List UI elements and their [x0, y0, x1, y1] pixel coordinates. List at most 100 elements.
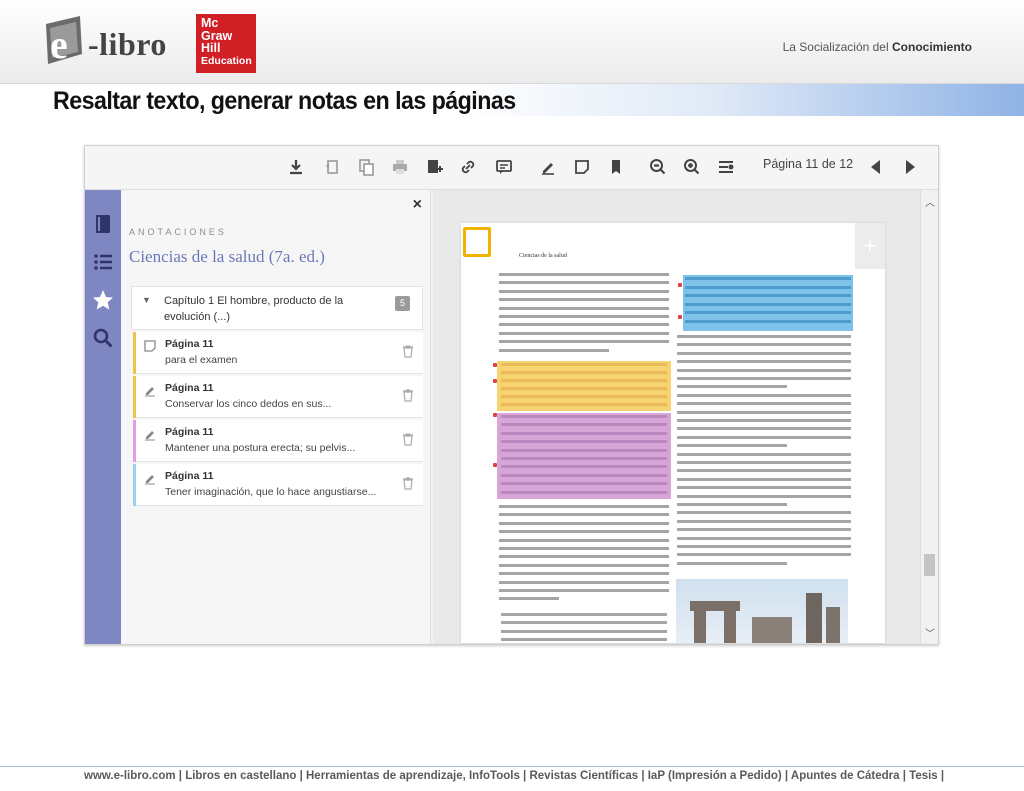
triangle-right-icon[interactable]: [899, 156, 921, 178]
page-text-line: [677, 444, 787, 448]
undo-icon[interactable]: [321, 156, 343, 178]
title-bar: Resaltar texto, generar notas en las pág…: [0, 84, 1024, 116]
download-icon[interactable]: [285, 156, 307, 178]
zoom-in-icon[interactable]: [681, 156, 703, 178]
trash-icon[interactable]: [401, 344, 415, 358]
annotation-item[interactable]: Página 11 para el examen: [133, 332, 423, 374]
page-text-line: [501, 613, 667, 616]
vertical-scrollbar[interactable]: ︿ ﹀: [920, 190, 938, 644]
page-text-line: [499, 273, 669, 276]
add-page-icon[interactable]: [423, 156, 445, 178]
page-text-line: [677, 536, 851, 540]
page-text-line: [499, 281, 669, 285]
page-text-line: [499, 589, 669, 592]
trash-icon[interactable]: [401, 388, 415, 402]
scroll-thumb[interactable]: [924, 554, 935, 576]
list-number-marker: [678, 283, 682, 287]
close-icon[interactable]: ×: [413, 196, 422, 214]
page-text-line: [499, 340, 669, 344]
page-text-line: [685, 277, 851, 280]
highlighter-icon: [145, 387, 155, 397]
page-text-line: [499, 323, 669, 327]
page-text-line: [499, 521, 669, 525]
tagline-prefix: La Socialización del: [782, 40, 889, 54]
page-text-line: [677, 461, 851, 464]
settings-list-icon[interactable]: [715, 156, 737, 178]
page-text-line: [501, 379, 667, 382]
chevron-down-icon[interactable]: ﹀: [925, 625, 935, 640]
page-text-line: [677, 561, 787, 565]
tagline-bold: Conocimiento: [892, 40, 972, 54]
highlighter-icon: [145, 475, 155, 485]
page-text-line: [499, 315, 669, 318]
chapter-count-badge: 5: [395, 296, 410, 311]
highlight-icon[interactable]: [537, 156, 559, 178]
page-text-line: [677, 469, 851, 473]
print-icon[interactable]: [389, 156, 411, 178]
trash-icon[interactable]: [401, 476, 415, 490]
page-text-line: [499, 348, 609, 352]
add-annotation-tab[interactable]: +: [855, 223, 885, 269]
page-text-line: [499, 572, 669, 576]
page-text-line: [501, 415, 667, 418]
annotation-text: Mantener una postura erecta; su pelvis..…: [165, 442, 356, 454]
chapter-group[interactable]: ▼ Capítulo 1 El hombre, producto de la e…: [131, 286, 423, 330]
footer-links[interactable]: www.e-libro.com | Libros en castellano |…: [84, 770, 944, 782]
comment-icon[interactable]: [493, 156, 515, 178]
page-text-line: [677, 410, 851, 414]
header: e -libro Mc Graw Hill Education La Socia…: [0, 0, 1024, 84]
copy-icon[interactable]: [355, 156, 377, 178]
page-text-line: [685, 294, 851, 298]
trash-icon[interactable]: [401, 432, 415, 446]
list-number-marker: [493, 379, 497, 383]
page-text-line: [499, 597, 559, 601]
page-text-line: [499, 306, 669, 310]
page-text-line: [677, 511, 851, 515]
list-number-marker: [493, 363, 497, 367]
photo-stone: [694, 611, 706, 643]
annotation-item[interactable]: Página 11 Conservar los cinco dedos en s…: [133, 376, 423, 418]
page-text-line: [501, 363, 667, 366]
annotation-item[interactable]: Página 11 Mantener una postura erecta; s…: [133, 420, 423, 462]
page-text-line: [677, 351, 851, 355]
chevron-up-icon[interactable]: ︿: [925, 194, 935, 209]
page-text-line: [677, 368, 851, 372]
page-text-line: [677, 553, 851, 557]
book-icon[interactable]: [91, 212, 115, 236]
page-text-line: [677, 477, 851, 481]
page-text-line: [677, 393, 851, 397]
note-icon[interactable]: [571, 156, 593, 178]
page-text-line: [501, 629, 667, 633]
page-text-line: [677, 494, 851, 498]
sticky-note-marker[interactable]: [463, 227, 491, 257]
page-text-line: [499, 289, 669, 293]
slide: e -libro Mc Graw Hill Education La Socia…: [0, 0, 1024, 791]
page-text-line: [685, 311, 851, 315]
page-text-line: [499, 563, 669, 567]
star-icon[interactable]: [91, 288, 115, 312]
page-text-line: [499, 513, 669, 517]
chevron-down-icon[interactable]: ▼: [142, 295, 151, 305]
mcgraw-hill-logo: Mc Graw Hill Education: [196, 14, 256, 73]
list-icon[interactable]: [91, 250, 115, 274]
page-text-line: [677, 385, 787, 389]
triangle-left-icon[interactable]: [865, 156, 887, 178]
annotation-page: Página 11: [165, 382, 214, 394]
e-libro-logo-text: -libro: [88, 26, 167, 63]
stonehenge-photo: [676, 579, 848, 643]
annotation-color-bar: [133, 464, 136, 506]
page-text-line: [677, 335, 851, 338]
link-icon[interactable]: [457, 156, 479, 178]
zoom-out-icon[interactable]: [647, 156, 669, 178]
page-text-line: [677, 486, 851, 490]
annotation-item[interactable]: Página 11 Tener imaginación, que lo hace…: [133, 464, 423, 506]
page-viewer: Ciencias de la salud + ︿ ﹀: [433, 190, 938, 644]
photo-stone: [826, 607, 840, 643]
search-icon[interactable]: [91, 326, 115, 350]
chapter-title: Capítulo 1 El hombre, producto de la evo…: [164, 295, 344, 323]
page-text-line: [677, 343, 851, 347]
bookmark-icon[interactable]: [605, 156, 627, 178]
book-page[interactable]: Ciencias de la salud +: [461, 223, 885, 643]
list-number-marker: [678, 315, 682, 319]
page-text-line: [501, 395, 667, 398]
